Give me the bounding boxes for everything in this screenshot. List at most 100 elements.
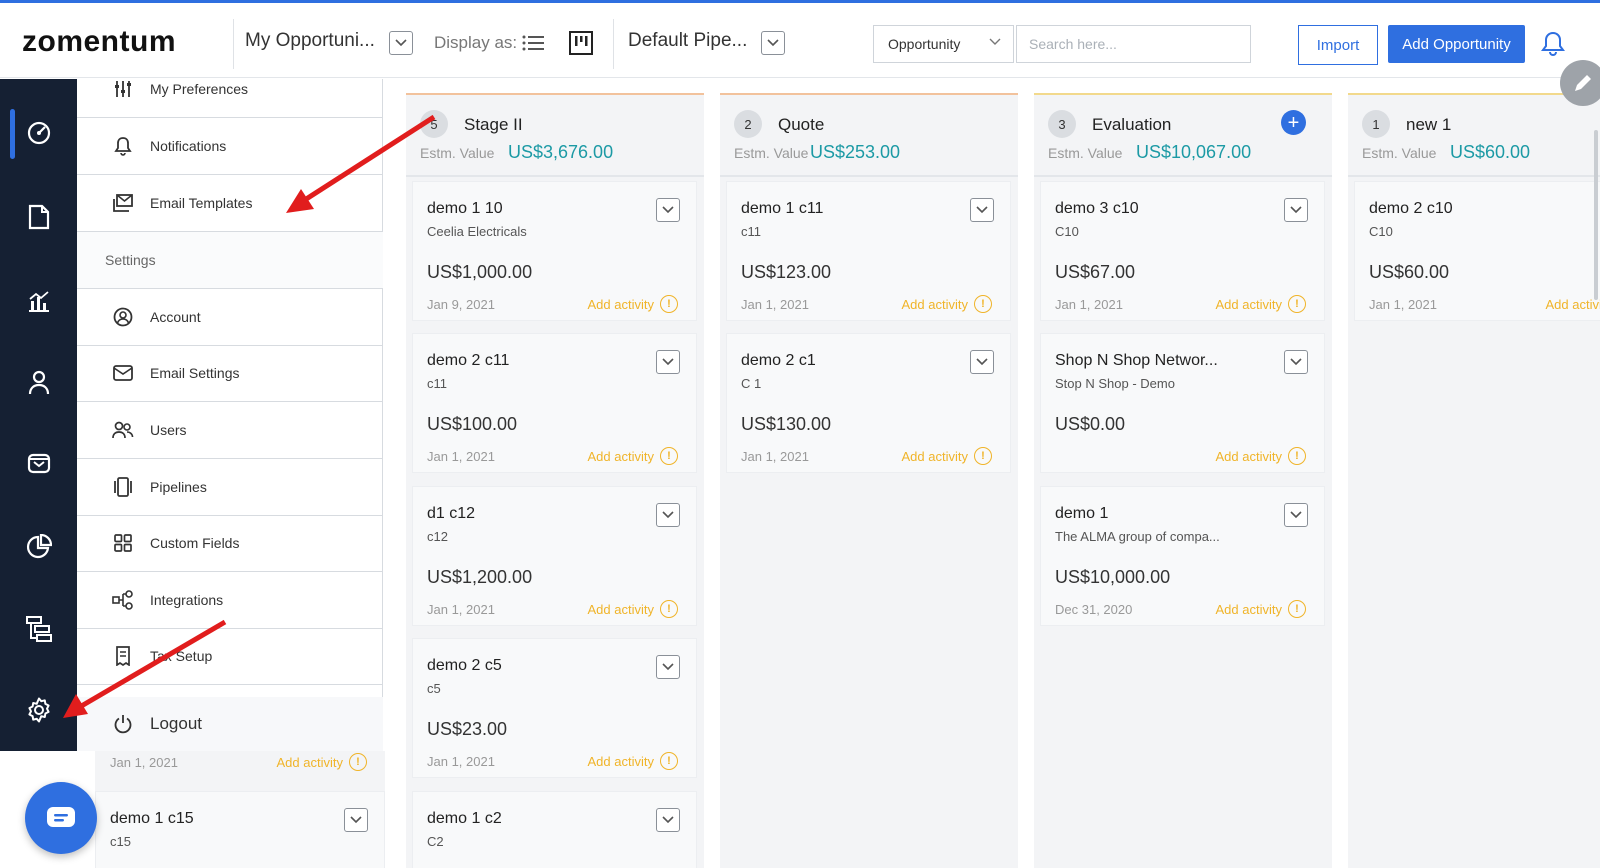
opportunity-card[interactable]: demo 1 c11 c11 US$123.00 Jan 1, 2021 Add…: [726, 181, 1011, 321]
edit-button[interactable]: [1560, 60, 1600, 106]
chevron-down-icon: [662, 816, 674, 824]
add-activity-link[interactable]: Add activity: [1216, 602, 1282, 617]
card-menu-button[interactable]: [656, 655, 680, 679]
add-card-button[interactable]: +: [1281, 110, 1306, 135]
stage-value: US$3,676.00: [508, 142, 614, 162]
card-amount: US$0.00: [1055, 414, 1126, 434]
card-title[interactable]: d1 c12: [427, 505, 475, 523]
menu-item-my-preferences[interactable]: My Preferences: [77, 61, 383, 118]
logout-button[interactable]: Logout: [77, 697, 383, 751]
card-date: Jan 1, 2021: [427, 754, 495, 769]
card-menu-button[interactable]: [656, 808, 680, 832]
card-title[interactable]: demo 2 c10: [1369, 200, 1453, 218]
chat-launcher-button[interactable]: [25, 782, 97, 854]
card-title[interactable]: demo 2 c1: [741, 352, 816, 370]
import-button[interactable]: Import: [1298, 25, 1378, 65]
warning-icon: !: [1288, 295, 1306, 313]
add-activity-link[interactable]: Add activity: [588, 297, 654, 312]
opportunity-card[interactable]: demo 2 c10 C10 US$60.00 Jan 1, 2021 Add …: [1354, 181, 1600, 321]
pie-chart-icon: [26, 534, 52, 559]
card-menu-button[interactable]: [970, 350, 994, 374]
menu-item-integrations[interactable]: Integrations: [77, 572, 383, 629]
card-title[interactable]: demo 2 c5: [427, 657, 502, 675]
nav-settings[interactable]: [0, 680, 77, 740]
menu-item-email-templates[interactable]: Email Templates: [77, 175, 383, 232]
view-dropdown-label[interactable]: My Opportuni...: [245, 30, 375, 52]
add-activity-link[interactable]: Add activity: [588, 602, 654, 617]
nav-dashboard[interactable]: [0, 103, 77, 163]
add-activity-link[interactable]: Add activity: [1546, 297, 1600, 312]
card-date: Jan 1, 2021: [1369, 297, 1437, 312]
opportunity-card[interactable]: demo 3 c10 C10 US$67.00 Jan 1, 2021 Add …: [1040, 181, 1325, 321]
opportunity-card[interactable]: demo 1 c15 c15: [95, 791, 385, 868]
menu-item-custom-fields[interactable]: Custom Fields: [77, 515, 383, 572]
nav-documents[interactable]: [0, 187, 77, 247]
card-company: c12: [427, 529, 448, 544]
stage-header: 3 Evaluation Estm. Value US$10,067.00 +: [1034, 93, 1332, 177]
add-activity-link[interactable]: Add activity: [902, 449, 968, 464]
nav-reports[interactable]: [0, 271, 77, 331]
chevron-down-icon: [662, 511, 674, 519]
add-activity-link[interactable]: Add activity: [588, 449, 654, 464]
divider: [613, 19, 614, 69]
card-title[interactable]: demo 3 c10: [1055, 200, 1139, 218]
card-menu-button[interactable]: [1284, 503, 1308, 527]
add-activity-link[interactable]: Add activity: [902, 297, 968, 312]
nav-analytics[interactable]: [0, 517, 77, 577]
users-icon: [112, 419, 134, 441]
warning-icon: !: [974, 295, 992, 313]
opportunity-card[interactable]: demo 1 c2 C2: [412, 791, 697, 868]
pipeline-dropdown-button[interactable]: [761, 31, 785, 55]
card-title[interactable]: demo 1 c11: [741, 200, 823, 218]
card-title[interactable]: demo 1 10: [427, 200, 503, 218]
opportunity-card[interactable]: demo 2 c5 c5 US$23.00 Jan 1, 2021 Add ac…: [412, 638, 697, 778]
entity-select[interactable]: Opportunity: [873, 25, 1014, 63]
card-menu-button[interactable]: [1284, 350, 1308, 374]
card-title[interactable]: demo 2 c11: [427, 352, 509, 370]
nav-inbox[interactable]: [0, 433, 77, 493]
add-activity-link[interactable]: Add activity: [1216, 449, 1282, 464]
pipeline-dropdown-label[interactable]: Default Pipe...: [628, 30, 747, 52]
opportunity-card[interactable]: demo 2 c1 C 1 US$130.00 Jan 1, 2021 Add …: [726, 333, 1011, 473]
warning-icon: !: [660, 600, 678, 618]
card-menu-button[interactable]: [970, 198, 994, 222]
add-activity-link[interactable]: Add activity: [1216, 297, 1282, 312]
menu-item-pipelines[interactable]: Pipelines: [77, 459, 383, 516]
opportunity-card[interactable]: demo 1 The ALMA group of compa... US$10,…: [1040, 486, 1325, 626]
notifications-bell-button[interactable]: [1541, 31, 1565, 62]
search-input[interactable]: [1016, 25, 1251, 63]
display-as-label: Display as:: [434, 33, 518, 52]
add-opportunity-button[interactable]: Add Opportunity: [1388, 25, 1525, 63]
menu-item-users[interactable]: Users: [77, 402, 383, 459]
menu-item-email-settings[interactable]: Email Settings: [77, 345, 383, 402]
stage-title: Evaluation: [1092, 115, 1172, 134]
card-menu-button[interactable]: [344, 808, 368, 832]
card-title[interactable]: demo 1: [1055, 505, 1108, 523]
add-activity-link[interactable]: Add activity: [277, 755, 343, 770]
menu-item-account[interactable]: Account: [77, 289, 383, 346]
list-view-button[interactable]: [519, 29, 547, 57]
card-menu-button[interactable]: [656, 198, 680, 222]
nav-contacts[interactable]: [0, 352, 77, 412]
card-title[interactable]: demo 1 c15: [110, 810, 194, 828]
menu-item-tax-setup[interactable]: Tax Setup: [77, 628, 383, 685]
add-activity-link[interactable]: Add activity: [588, 754, 654, 769]
opportunity-card[interactable]: d1 c12 c12 US$1,200.00 Jan 1, 2021 Add a…: [412, 486, 697, 626]
opportunity-card[interactable]: Shop N Shop Networ... Stop N Shop - Demo…: [1040, 333, 1325, 473]
card-menu-button[interactable]: [656, 503, 680, 527]
opportunity-card[interactable]: demo 2 c11 c11 US$100.00 Jan 1, 2021 Add…: [412, 333, 697, 473]
warning-icon: !: [1288, 447, 1306, 465]
board-view-button[interactable]: [567, 29, 595, 57]
card-title[interactable]: demo 1 c2: [427, 810, 502, 828]
chevron-down-icon: [1290, 511, 1302, 519]
view-dropdown-button[interactable]: [389, 31, 413, 55]
nav-workflows[interactable]: [0, 599, 77, 659]
opportunity-card[interactable]: demo 1 10 Ceelia Electricals US$1,000.00…: [412, 181, 697, 321]
card-title[interactable]: Shop N Shop Networ...: [1055, 352, 1218, 370]
menu-item-notifications[interactable]: Notifications: [77, 118, 383, 175]
warning-icon: !: [349, 753, 367, 771]
card-menu-button[interactable]: [1284, 198, 1308, 222]
card-menu-button[interactable]: [656, 350, 680, 374]
board-scrollbar[interactable]: [1594, 130, 1598, 300]
menu-item-label: Users: [150, 422, 187, 438]
